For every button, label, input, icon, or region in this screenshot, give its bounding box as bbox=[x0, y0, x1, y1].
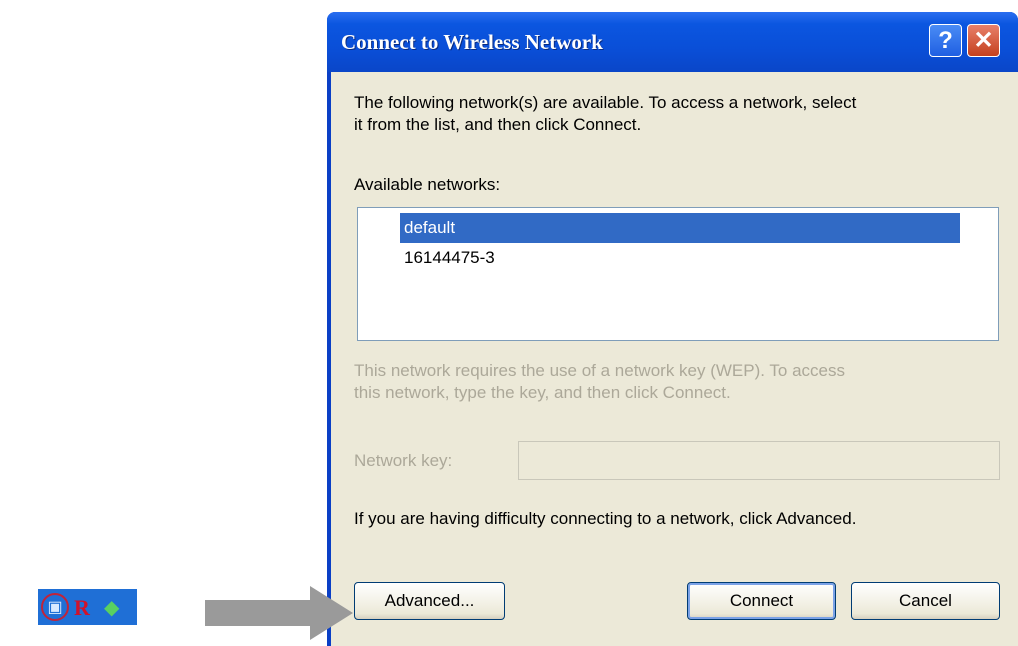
title-bar[interactable]: Connect to Wireless Network ? ✕ bbox=[327, 12, 1018, 72]
system-tray: ▣ R ◆ bbox=[38, 589, 137, 625]
intro-text-line-2: it from the list, and then click Connect… bbox=[354, 115, 642, 134]
cancel-button-label: Cancel bbox=[899, 591, 952, 610]
wep-text-line-2: this network, type the key, and then cli… bbox=[354, 383, 731, 402]
r-app-icon[interactable]: R bbox=[74, 595, 90, 621]
pointer-arrow bbox=[205, 586, 353, 640]
help-button[interactable]: ? bbox=[929, 24, 962, 57]
list-item[interactable]: 16144475-3 bbox=[400, 243, 960, 273]
close-icon: ✕ bbox=[973, 27, 994, 54]
connect-wireless-dialog: Connect to Wireless Network ? ✕ The foll… bbox=[327, 12, 1018, 646]
connect-button-label: Connect bbox=[729, 591, 794, 610]
connect-button[interactable]: Connect bbox=[687, 582, 836, 620]
dialog-body: The following network(s) are available. … bbox=[331, 72, 1018, 646]
help-icon: ? bbox=[938, 26, 953, 54]
cancel-button[interactable]: Cancel bbox=[851, 582, 1000, 620]
dialog-title: Connect to Wireless Network bbox=[341, 30, 603, 54]
wep-text-line-1: This network requires the use of a netwo… bbox=[354, 361, 845, 380]
network-name: default bbox=[404, 218, 456, 237]
close-button[interactable]: ✕ bbox=[967, 24, 1000, 57]
available-networks-list[interactable]: default 16144475-3 bbox=[357, 207, 999, 341]
green-app-icon[interactable]: ◆ bbox=[104, 595, 126, 619]
advanced-button[interactable]: Advanced... bbox=[354, 582, 505, 620]
network-icon[interactable]: ▣ bbox=[41, 593, 69, 621]
network-key-label: Network key: bbox=[354, 451, 453, 470]
advanced-button-label: Advanced... bbox=[384, 591, 475, 610]
network-name: 16144475-3 bbox=[404, 248, 495, 267]
available-networks-label: Available networks: bbox=[354, 175, 501, 194]
network-key-input[interactable] bbox=[518, 441, 1000, 480]
list-item[interactable]: default bbox=[400, 213, 960, 243]
difficulty-text: If you are having difficulty connecting … bbox=[354, 509, 857, 528]
intro-text-line-1: The following network(s) are available. … bbox=[354, 93, 857, 112]
